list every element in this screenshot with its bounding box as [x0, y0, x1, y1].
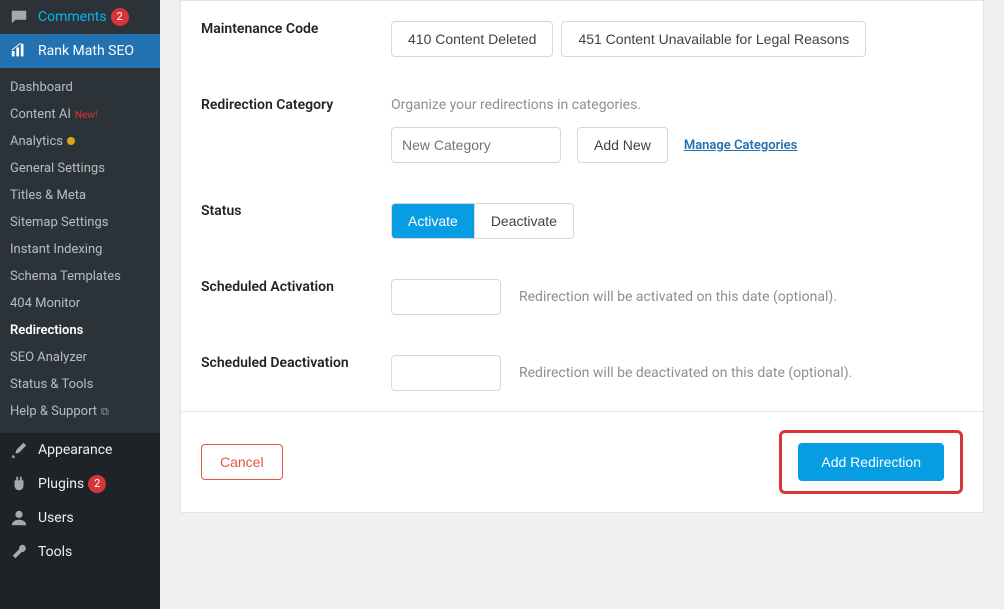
activate-button[interactable]: Activate: [392, 204, 474, 238]
user-icon: [10, 509, 30, 527]
add-redirection-button[interactable]: Add Redirection: [798, 443, 944, 481]
brush-icon: [10, 441, 30, 459]
label-status: Status: [201, 203, 391, 239]
submenu-dashboard[interactable]: Dashboard: [0, 74, 160, 101]
help-scheduled-activation: Redirection will be activated on this da…: [519, 289, 837, 305]
row-scheduled-activation: Scheduled Activation Redirection will be…: [181, 259, 983, 335]
redirection-form: Maintenance Code 410 Content Deleted 451…: [180, 0, 984, 513]
submenu-redirections[interactable]: Redirections: [0, 317, 160, 344]
menu-tools[interactable]: Tools: [0, 535, 160, 569]
scheduled-deactivation-input[interactable]: [391, 355, 501, 391]
menu-rankmath[interactable]: Rank Math SEO: [0, 34, 160, 68]
admin-sidebar: Comments 2 Rank Math SEO Dashboard Conte…: [0, 0, 160, 609]
submenu-seo-analyzer[interactable]: SEO Analyzer: [0, 344, 160, 371]
submenu-titles-meta[interactable]: Titles & Meta: [0, 182, 160, 209]
deactivate-button[interactable]: Deactivate: [474, 204, 573, 238]
manage-categories-link[interactable]: Manage Categories: [684, 138, 798, 153]
submenu-analytics[interactable]: Analytics: [0, 128, 160, 155]
menu-appearance[interactable]: Appearance: [0, 433, 160, 467]
submenu-instant-indexing[interactable]: Instant Indexing: [0, 236, 160, 263]
menu-label: Tools: [38, 544, 72, 560]
label-scheduled-activation: Scheduled Activation: [201, 279, 391, 315]
menu-comments[interactable]: Comments 2: [0, 0, 160, 34]
form-footer: Cancel Add Redirection: [181, 411, 983, 512]
row-status: Status Activate Deactivate: [181, 183, 983, 259]
btn-410[interactable]: 410 Content Deleted: [391, 21, 553, 57]
label-scheduled-deactivation: Scheduled Deactivation: [201, 355, 391, 391]
label-maintenance-code: Maintenance Code: [201, 21, 391, 57]
submenu-general-settings[interactable]: General Settings: [0, 155, 160, 182]
comments-badge: 2: [111, 8, 129, 26]
submenu-schema-templates[interactable]: Schema Templates: [0, 263, 160, 290]
submenu-content-ai[interactable]: Content AINew!: [0, 101, 160, 128]
submenu-status-tools[interactable]: Status & Tools: [0, 371, 160, 398]
wrench-icon: [10, 543, 30, 561]
new-label: New!: [75, 110, 98, 121]
btn-451[interactable]: 451 Content Unavailable for Legal Reason…: [561, 21, 866, 57]
menu-label: Rank Math SEO: [38, 43, 134, 59]
label-redirection-category: Redirection Category: [201, 97, 391, 163]
menu-users[interactable]: Users: [0, 501, 160, 535]
scheduled-activation-input[interactable]: [391, 279, 501, 315]
help-scheduled-deactivation: Redirection will be deactivated on this …: [519, 365, 852, 381]
notice-dot-icon: [67, 137, 75, 145]
menu-label: Plugins: [38, 476, 84, 492]
submenu-help-support[interactable]: Help & Support⧉: [0, 398, 160, 425]
row-scheduled-deactivation: Scheduled Deactivation Redirection will …: [181, 335, 983, 411]
menu-label: Appearance: [38, 442, 112, 458]
external-link-icon: ⧉: [101, 405, 109, 418]
cancel-button[interactable]: Cancel: [201, 444, 283, 480]
new-category-input[interactable]: [391, 127, 561, 163]
submit-highlight: Add Redirection: [779, 430, 963, 494]
plugins-badge: 2: [88, 475, 106, 493]
add-new-button[interactable]: Add New: [577, 127, 668, 163]
comment-icon: [10, 8, 30, 26]
submenu-sitemap[interactable]: Sitemap Settings: [0, 209, 160, 236]
submenu-rankmath: Dashboard Content AINew! Analytics Gener…: [0, 68, 160, 433]
menu-label: Comments: [38, 9, 107, 25]
main-content: Maintenance Code 410 Content Deleted 451…: [160, 0, 1004, 609]
menu-label: Users: [38, 510, 74, 526]
submenu-404-monitor[interactable]: 404 Monitor: [0, 290, 160, 317]
plug-icon: [10, 475, 30, 493]
menu-plugins[interactable]: Plugins 2: [0, 467, 160, 501]
row-maintenance-code: Maintenance Code 410 Content Deleted 451…: [181, 1, 983, 77]
row-redirection-category: Redirection Category Organize your redir…: [181, 77, 983, 183]
status-toggle: Activate Deactivate: [391, 203, 574, 239]
help-category: Organize your redirections in categories…: [391, 97, 963, 113]
rankmath-icon: [10, 42, 30, 60]
